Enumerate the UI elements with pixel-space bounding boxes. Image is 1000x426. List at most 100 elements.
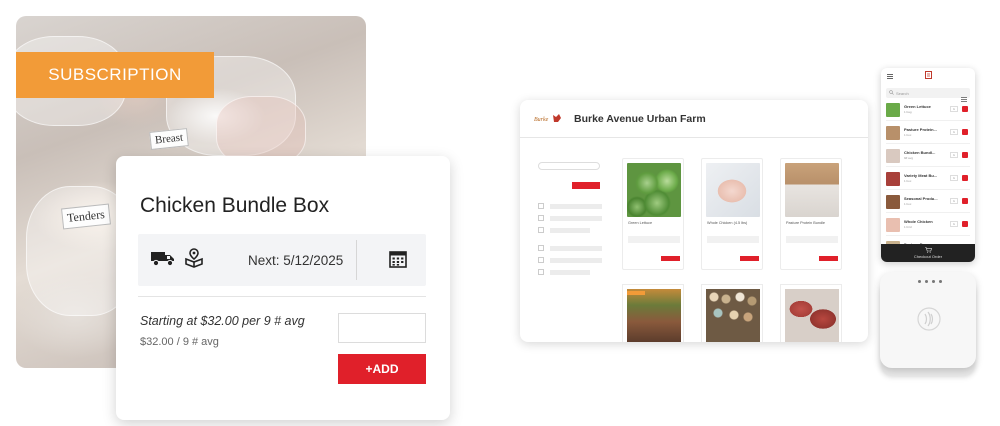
contactless-icon (916, 306, 942, 337)
quantity-input[interactable] (338, 313, 426, 343)
menu-icon[interactable] (887, 68, 893, 84)
calendar-icon[interactable] (388, 249, 408, 274)
item-qty[interactable]: 1 (950, 175, 958, 181)
product-tile[interactable] (701, 284, 763, 342)
checkout-bar[interactable]: Checkout Order (881, 244, 975, 262)
box-location-icon[interactable] (184, 247, 204, 273)
checkout-label: Checkout Order (913, 254, 943, 259)
divider (138, 296, 426, 297)
meat-label: Breast (149, 128, 189, 150)
item-unit: 9# avg (904, 156, 914, 160)
trash-icon[interactable] (962, 221, 968, 227)
search-icon (889, 90, 894, 96)
item-qty[interactable]: 1 (950, 152, 958, 158)
trash-icon[interactable] (962, 129, 968, 135)
sidebar-filter-button[interactable] (572, 182, 600, 189)
filter-row[interactable] (538, 215, 608, 221)
list-item[interactable]: Chicken Bundl... 9# avg 1 (886, 147, 970, 167)
product-image (627, 163, 681, 217)
item-thumbnail (886, 149, 900, 163)
list-item[interactable]: Seasonal Produ... 1 box 1 (886, 193, 970, 213)
item-name: Seasonal Produ... (904, 196, 938, 201)
product-tile[interactable]: Pasture Protein Bundle (780, 158, 842, 270)
price-main: Starting at $32.00 per 9 # avg (140, 314, 305, 328)
product-name: Pasture Protein Bundle (786, 221, 826, 225)
product-tile[interactable]: Whole Chicken (4.5 lbs) (701, 158, 763, 270)
item-name: Pasture Protein... (904, 127, 937, 132)
item-unit: 1 box (904, 202, 912, 206)
divider (356, 240, 357, 280)
badge (627, 291, 645, 295)
add-to-cart-button[interactable] (740, 256, 759, 261)
filter-row[interactable] (538, 257, 608, 263)
item-thumbnail (886, 195, 900, 209)
truck-icon[interactable] (150, 249, 176, 272)
product-name: Green Lettuce (628, 221, 653, 225)
filter-row[interactable] (538, 203, 608, 209)
subscription-banner: SUBSCRIPTION (16, 52, 214, 98)
item-qty[interactable]: 1 (950, 198, 958, 204)
item-unit: 1 bag (904, 110, 912, 114)
search-placeholder: Search (896, 90, 909, 96)
item-unit: 1 bird (904, 225, 912, 229)
mobile-search-input[interactable]: Search (886, 88, 970, 98)
price-sub: $32.00 / 9 # avg (140, 336, 219, 348)
farm-logo-icon: Burke (534, 112, 564, 126)
product-image (627, 289, 681, 342)
farm-logo-icon (924, 68, 932, 84)
trash-icon[interactable] (962, 175, 968, 181)
list-item[interactable]: Green Lettuce 1 bag 1 (886, 101, 970, 121)
mobile-app: Search Green Lettuce 1 bag 1 Pasture Pro… (881, 68, 975, 262)
cart-icon (924, 247, 932, 254)
filter-row[interactable] (538, 245, 608, 251)
product-name: Whole Chicken (4.5 lbs) (707, 221, 748, 225)
product-card: Chicken Bundle Box Next: 5/12/2025 Start… (116, 156, 450, 420)
item-qty[interactable]: 1 (950, 106, 958, 112)
item-thumbnail (886, 218, 900, 232)
trash-icon[interactable] (962, 106, 968, 112)
product-image (706, 289, 760, 342)
marketing-composite: Breast Tenders SUBSCRIPTION Chicken Bund… (0, 0, 1000, 426)
next-delivery-date: Next: 5/12/2025 (248, 252, 344, 268)
filter-row[interactable] (538, 269, 608, 275)
item-qty[interactable]: 1 (950, 221, 958, 227)
product-tile[interactable]: Green Lettuce (622, 158, 684, 270)
item-unit: 1 box (904, 133, 912, 137)
filter-sidebar (538, 162, 608, 275)
item-thumbnail (886, 103, 900, 117)
trash-icon[interactable] (962, 198, 968, 204)
list-item[interactable]: Pasture Protein... 1 box 1 (886, 124, 970, 144)
add-to-cart-button[interactable] (819, 256, 838, 261)
status-lights (918, 280, 942, 283)
svg-text:Burke: Burke (534, 117, 549, 123)
product-select[interactable] (628, 236, 680, 243)
item-qty[interactable]: 1 (950, 129, 958, 135)
item-name: Green Lettuce (904, 104, 931, 109)
item-name: Chicken Bundl... (904, 150, 936, 155)
item-thumbnail (886, 172, 900, 186)
farm-name: Burke Avenue Urban Farm (574, 112, 706, 125)
product-select[interactable] (786, 236, 838, 243)
storefront-header: Burke Burke Avenue Urban Farm (520, 100, 868, 138)
add-button[interactable]: +ADD (338, 354, 426, 384)
mobile-top-bar (881, 68, 975, 82)
list-item[interactable]: Variety Meat Bu... 1 box 1 (886, 170, 970, 190)
item-unit: 1 box (904, 179, 912, 183)
add-to-cart-button[interactable] (661, 256, 680, 261)
product-select[interactable] (707, 236, 759, 243)
product-image (785, 163, 839, 217)
product-image (706, 163, 760, 217)
sidebar-search-input[interactable] (538, 162, 600, 170)
item-name: Variety Meat Bu... (904, 173, 938, 178)
product-tile[interactable] (780, 284, 842, 342)
trash-icon[interactable] (962, 152, 968, 158)
delivery-bar: Next: 5/12/2025 (138, 234, 426, 286)
item-name: Whole Chicken (904, 219, 933, 224)
product-tile[interactable] (622, 284, 684, 342)
card-reader (880, 272, 976, 368)
desktop-storefront: Burke Burke Avenue Urban Farm Green Lett… (520, 100, 868, 342)
product-title: Chicken Bundle Box (140, 194, 330, 217)
list-item[interactable]: Whole Chicken 1 bird 1 (886, 216, 970, 236)
product-image (785, 289, 839, 342)
item-thumbnail (886, 126, 900, 140)
